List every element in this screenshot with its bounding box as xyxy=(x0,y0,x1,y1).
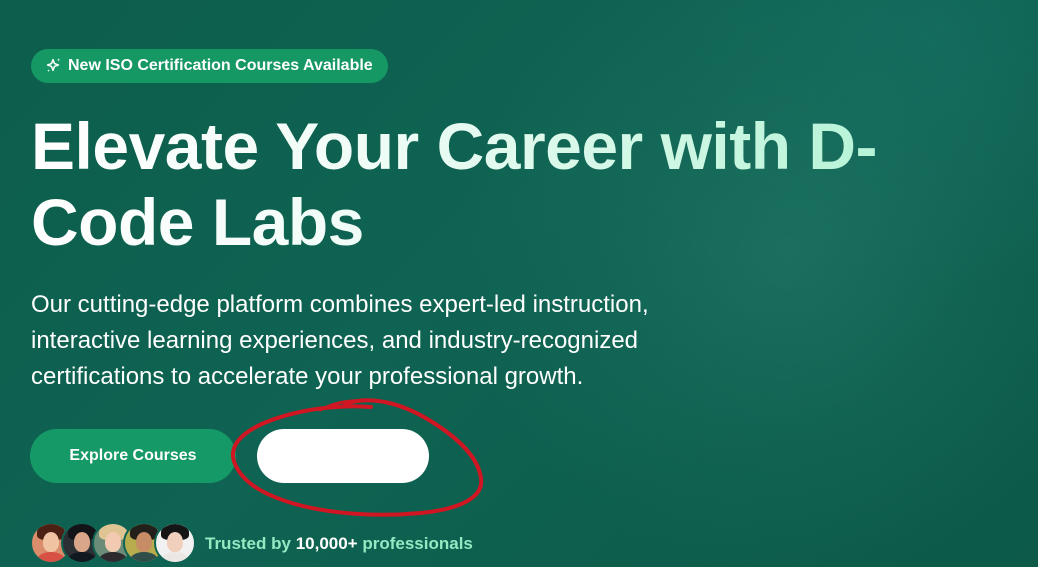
avatar-face xyxy=(105,532,121,552)
badge-text: New ISO Certification Courses Available xyxy=(68,57,373,74)
avatar-face xyxy=(43,532,59,552)
avatar-shirt xyxy=(37,552,65,562)
trust-statement: Trusted by 10,000+ professionals xyxy=(205,534,473,554)
trust-prefix: Trusted by xyxy=(205,534,296,553)
avatar-face xyxy=(167,532,183,552)
secondary-action-button[interactable] xyxy=(257,429,429,483)
avatar xyxy=(154,522,196,564)
sparkles-icon xyxy=(46,58,61,73)
avatar-shirt xyxy=(161,552,189,562)
hero-section: New ISO Certification Courses Available … xyxy=(0,0,1038,567)
avatar-shirt xyxy=(130,552,158,562)
avatar-face xyxy=(136,532,152,552)
avatar-face xyxy=(74,532,90,552)
trusted-avatars xyxy=(30,522,196,564)
page-title: Elevate Your Career with D-Code Labs xyxy=(31,108,1001,260)
new-courses-badge: New ISO Certification Courses Available xyxy=(31,49,388,83)
explore-courses-button[interactable]: Explore Courses xyxy=(30,429,236,483)
hero-description: Our cutting-edge platform combines exper… xyxy=(31,291,649,390)
avatar-shirt xyxy=(68,552,96,562)
trust-count: 10,000+ xyxy=(295,534,358,553)
avatar-shirt xyxy=(99,552,127,562)
trust-suffix: professionals xyxy=(357,534,473,553)
